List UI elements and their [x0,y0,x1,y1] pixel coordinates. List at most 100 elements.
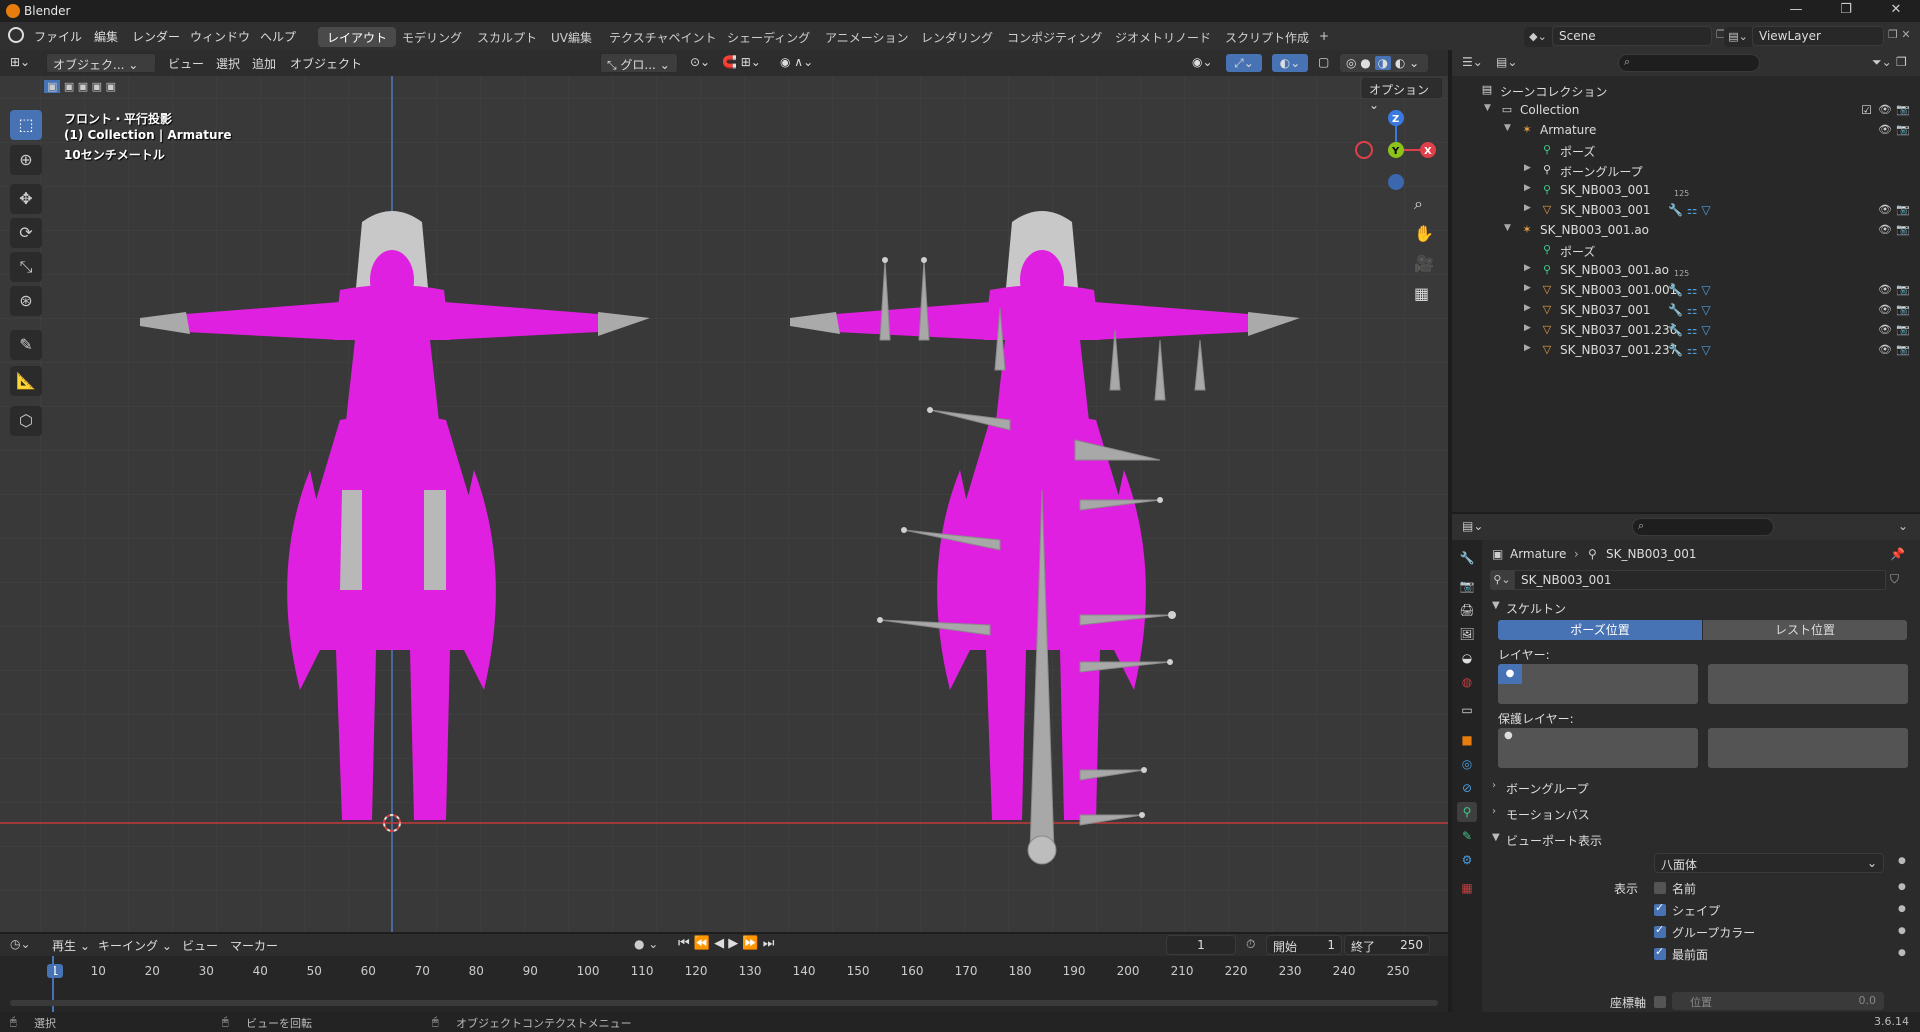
playback-controls[interactable]: ⏮ ⏪ ◀ ▶ ⏩ ⏭ [678,936,774,951]
viewport-canvas[interactable]: Z Y X [0,50,1448,932]
collapse-arrow-icon[interactable]: ▶ [1524,283,1531,293]
menu-object[interactable]: オブジェクト [290,55,362,72]
pin-icon[interactable]: 📌 [1890,547,1905,561]
tab-geometry-nodes[interactable]: ジオメトリノード [1106,27,1220,47]
render-camera-icon[interactable]: 📷 [1896,303,1910,316]
shading-mode-icons[interactable]: ◎ ● ◑ ◐ ⌄ [1340,54,1428,72]
keyframe-dot[interactable]: ● [1898,904,1906,914]
visibility-eye-icon[interactable]: 👁 [1878,203,1892,216]
visibility-eye-icon[interactable]: 👁 [1878,103,1892,116]
gizmo-toggle-icon[interactable]: ⤢⌄ [1226,54,1262,72]
cursor-tool-icon[interactable]: ⊕ [10,145,42,175]
mode-dropdown[interactable]: オブジェク... ⌄ [46,53,156,73]
world-tab-icon[interactable]: ◍ [1457,672,1477,692]
collapse-arrow-icon[interactable]: ▶ [1524,343,1531,353]
maximize-button[interactable]: ❐ [1826,2,1866,17]
menu-select[interactable]: 選択 [216,55,240,72]
menu-timeline-view[interactable]: ビュー [182,937,218,954]
annotate-tool-icon[interactable]: ✎ [10,330,42,360]
collapse-arrow-icon[interactable]: ▶ [1524,323,1531,333]
keyframe-dot[interactable]: ● [1898,856,1906,866]
expand-arrow-icon[interactable]: ▼ [1484,103,1491,113]
properties-editor-type-icon[interactable]: ▤⌄ [1462,519,1483,533]
menu-edit[interactable]: 編集 [94,28,118,45]
object-tab-icon[interactable]: ■ [1457,730,1477,750]
texture-tab-icon[interactable]: ▦ [1457,878,1477,898]
visibility-eye-icon[interactable]: 👁 [1878,123,1892,136]
proportional-edit-icon[interactable]: ◉ ∧⌄ [780,55,813,69]
outliner-row[interactable]: ▶ ▽ SK_NB003_001.001 🔧 ⚏ ▽ 👁 📷 [1452,280,1920,300]
bone-tab-icon[interactable]: ✎ [1457,826,1477,846]
menu-help[interactable]: ヘルプ [260,28,296,45]
viewport-display-section[interactable]: ▼ ビューポート表示 [1490,828,1910,850]
axes-checkbox[interactable] [1654,996,1666,1008]
ortho-toggle-icon[interactable]: ▦ [1414,284,1429,303]
scene-name-field[interactable]: Scene [1552,26,1712,46]
outliner-row[interactable]: ▶ ▽ SK_NB037_001.236 🔧 ⚏ ▽ 👁 📷 [1452,320,1920,340]
measure-tool-icon[interactable]: 📐 [10,366,42,396]
layers-grid-right[interactable] [1708,664,1908,704]
checkbox-2[interactable] [1654,923,1666,938]
render-camera-icon[interactable]: 📷 [1896,103,1910,116]
tab-compositing[interactable]: コンポジティング [998,27,1111,47]
pan-hand-icon[interactable]: ✋ [1414,224,1434,243]
display-mode-icon[interactable]: ▤⌄ [1496,55,1517,69]
expand-arrow-icon[interactable]: ▼ [1504,223,1511,233]
display-as-dropdown[interactable]: 八面体 ⌄ [1654,853,1884,873]
menu-keying[interactable]: キーイング ⌄ [98,937,172,954]
tab-texture-paint[interactable]: テクスチャペイント [600,27,726,47]
checkbox-0[interactable] [1654,882,1666,894]
view-layer-icon[interactable]: ▤⌄ [1724,27,1752,47]
motion-paths-section[interactable]: › モーションパス [1490,802,1910,824]
keyframe-dot[interactable]: ● [1898,926,1906,936]
outliner-row[interactable]: ⚲ ポーズ [1452,240,1920,260]
collection-tab-icon[interactable]: ▭ [1457,700,1477,720]
layers-grid-left[interactable]: ● [1498,664,1698,704]
protected-layers-grid-left[interactable]: ● [1498,728,1698,768]
tab-sculpt[interactable]: スカルプト [468,27,546,47]
add-cube-tool-icon[interactable]: ⬡ [10,406,42,436]
camera-view-icon[interactable]: 🎥 [1414,254,1434,273]
outliner-row[interactable]: ▶ ⚲ ボーングループ [1452,160,1920,180]
visibility-eye-icon[interactable]: 👁 [1878,323,1892,336]
menu-window[interactable]: ウィンドウ [190,28,250,45]
view-layer-tab-icon[interactable]: 🖼 [1457,624,1477,644]
expand-arrow-icon[interactable]: ▼ [1504,123,1511,133]
menu-marker[interactable]: マーカー [230,937,278,954]
collapse-arrow-icon[interactable]: ▶ [1524,163,1531,173]
collapse-arrow-icon[interactable]: ▶ [1524,203,1531,213]
collapse-arrow-icon[interactable]: ▶ [1524,263,1531,273]
pivot-icon[interactable]: ⊙⌄ [690,55,710,69]
outliner-row[interactable]: ▼ ✶ Armature 👁 📷 [1452,120,1920,140]
auto-key-icon[interactable]: ● ⌄ [634,937,658,951]
modifier-tab-icon[interactable]: ◎ [1457,754,1477,774]
outliner-row[interactable]: ▶ ⚲ SK_NB003_001 125 [1452,180,1920,200]
scene-icon[interactable]: ◆⌄ [1524,27,1552,47]
visibility-eye-icon[interactable]: 👁 [1878,283,1892,296]
overlay-toggle-icon[interactable]: ◐⌄ [1272,54,1308,72]
menu-playback[interactable]: 再生 ⌄ [52,937,90,954]
bone-groups-section[interactable]: › ボーングループ [1490,776,1910,798]
timeline-ruler[interactable]: 1 10 20 30 40 50 60 70 80 90 100 110 120 130 140 150 160… [0,956,1448,1012]
rest-position-button[interactable]: レスト位置 [1703,620,1907,640]
new-collection-icon[interactable]: ❐ [1896,55,1907,69]
timeline-scrollbar[interactable] [10,1000,1438,1006]
tab-modeling[interactable]: モデリング [393,27,471,47]
physics-tab-icon[interactable]: ⊘ [1457,778,1477,798]
protected-layers-grid-right[interactable] [1708,728,1908,768]
move-tool-icon[interactable]: ✥ [10,184,42,214]
render-tab-icon[interactable]: 📷 [1457,576,1477,596]
tab-scripting[interactable]: スクリプト作成 [1216,27,1318,47]
visibility-eye-icon[interactable]: 👁 [1878,303,1892,316]
minimize-button[interactable]: — [1776,2,1816,17]
visibility-icon[interactable]: ◉⌄ [1192,55,1213,69]
outliner-row[interactable]: ▼ ✶ SK_NB003_001.ao 👁 📷 [1452,220,1920,240]
render-camera-icon[interactable]: 📷 [1896,123,1910,136]
transform-tool-icon[interactable]: ⊛ [10,286,42,316]
visibility-eye-icon[interactable]: 👁 [1878,343,1892,356]
tab-layout[interactable]: レイアウト [318,27,397,47]
blender-menu-icon[interactable] [8,27,24,43]
render-camera-icon[interactable]: 📷 [1896,343,1910,356]
outliner-editor-type-icon[interactable]: ☰⌄ [1462,55,1483,69]
tab-rendering[interactable]: レンダリング [912,27,1002,47]
